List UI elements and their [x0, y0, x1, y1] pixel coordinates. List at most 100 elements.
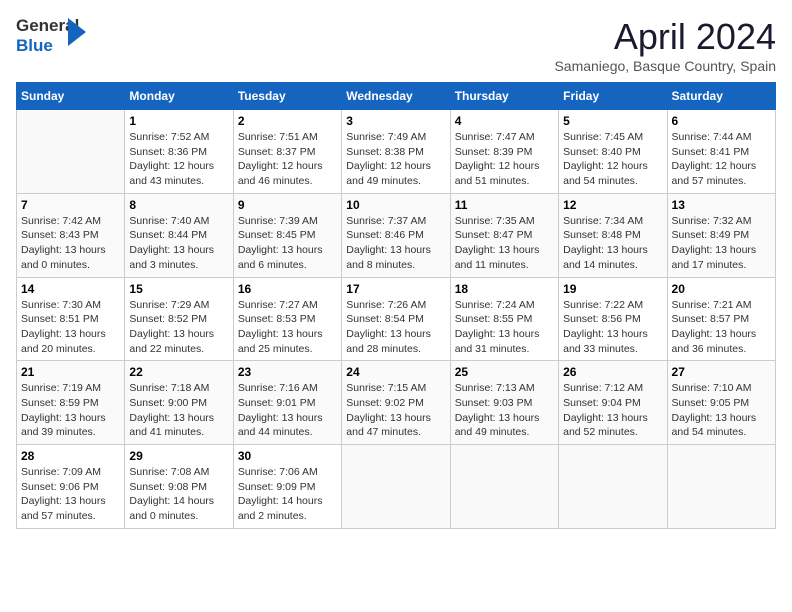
day-content: Sunrise: 7:32 AM Sunset: 8:49 PM Dayligh…	[672, 214, 771, 273]
calendar-cell: 14 Sunrise: 7:30 AM Sunset: 8:51 PM Dayli…	[17, 277, 125, 361]
calendar-cell: 13 Sunrise: 7:32 AM Sunset: 8:49 PM Dayli…	[667, 193, 775, 277]
day-content: Sunrise: 7:13 AM Sunset: 9:03 PM Dayligh…	[455, 381, 554, 440]
day-number: 16	[238, 282, 337, 296]
day-number: 3	[346, 114, 445, 128]
header-day-wednesday: Wednesday	[342, 83, 450, 110]
calendar-cell: 18Sunrise: 7:24 AM Sunset: 8:55 PM Dayli…	[450, 277, 558, 361]
day-number: 22	[129, 365, 228, 379]
day-content: Sunrise: 7:18 AM Sunset: 9:00 PM Dayligh…	[129, 381, 228, 440]
day-number: 17	[346, 282, 445, 296]
calendar-week-row: 7 Sunrise: 7:42 AM Sunset: 8:43 PM Daylig…	[17, 193, 776, 277]
header-day-tuesday: Tuesday	[233, 83, 341, 110]
day-content: Sunrise: 7:19 AM Sunset: 8:59 PM Dayligh…	[21, 381, 120, 440]
day-content: Sunrise: 7:27 AM Sunset: 8:53 PM Dayligh…	[238, 298, 337, 357]
calendar-cell	[450, 445, 558, 529]
day-number: 29	[129, 449, 228, 463]
calendar-cell: 10 Sunrise: 7:37 AM Sunset: 8:46 PM Dayli…	[342, 193, 450, 277]
header-day-thursday: Thursday	[450, 83, 558, 110]
day-content: Sunrise: 7:06 AM Sunset: 9:09 PM Dayligh…	[238, 465, 337, 524]
day-number: 2	[238, 114, 337, 128]
calendar-cell: 22 Sunrise: 7:18 AM Sunset: 9:00 PM Dayli…	[125, 361, 233, 445]
calendar-cell: 7 Sunrise: 7:42 AM Sunset: 8:43 PM Daylig…	[17, 193, 125, 277]
logo-blue-text: Blue	[16, 36, 53, 56]
calendar-cell: 26 Sunrise: 7:12 AM Sunset: 9:04 PM Dayli…	[559, 361, 667, 445]
day-number: 12	[563, 198, 662, 212]
day-content: Sunrise: 7:45 AM Sunset: 8:40 PM Dayligh…	[563, 130, 662, 189]
day-number: 26	[563, 365, 662, 379]
calendar-cell: 11 Sunrise: 7:35 AM Sunset: 8:47 PM Dayli…	[450, 193, 558, 277]
calendar-cell: 15 Sunrise: 7:29 AM Sunset: 8:52 PM Dayli…	[125, 277, 233, 361]
day-number: 21	[21, 365, 120, 379]
day-number: 1	[129, 114, 228, 128]
day-content: Sunrise: 7:15 AM Sunset: 9:02 PM Dayligh…	[346, 381, 445, 440]
calendar-header-row: SundayMondayTuesdayWednesdayThursdayFrid…	[17, 83, 776, 110]
calendar-table: SundayMondayTuesdayWednesdayThursdayFrid…	[16, 82, 776, 529]
day-content: Sunrise: 7:22 AM Sunset: 8:56 PM Dayligh…	[563, 298, 662, 357]
month-title: April 2024	[554, 16, 776, 58]
day-content: Sunrise: 7:47 AM Sunset: 8:39 PM Dayligh…	[455, 130, 554, 189]
calendar-cell: 6 Sunrise: 7:44 AM Sunset: 8:41 PM Daylig…	[667, 110, 775, 194]
calendar-cell: 27 Sunrise: 7:10 AM Sunset: 9:05 PM Dayli…	[667, 361, 775, 445]
day-content: Sunrise: 7:37 AM Sunset: 8:46 PM Dayligh…	[346, 214, 445, 273]
calendar-cell: 24 Sunrise: 7:15 AM Sunset: 9:02 PM Dayli…	[342, 361, 450, 445]
day-content: Sunrise: 7:26 AM Sunset: 8:54 PM Dayligh…	[346, 298, 445, 357]
day-content: Sunrise: 7:12 AM Sunset: 9:04 PM Dayligh…	[563, 381, 662, 440]
calendar-cell: 20Sunrise: 7:21 AM Sunset: 8:57 PM Dayli…	[667, 277, 775, 361]
header-day-sunday: Sunday	[17, 83, 125, 110]
day-number: 6	[672, 114, 771, 128]
day-number: 24	[346, 365, 445, 379]
calendar-cell: 1 Sunrise: 7:52 AM Sunset: 8:36 PM Daylig…	[125, 110, 233, 194]
day-content: Sunrise: 7:34 AM Sunset: 8:48 PM Dayligh…	[563, 214, 662, 273]
header-day-monday: Monday	[125, 83, 233, 110]
day-content: Sunrise: 7:30 AM Sunset: 8:51 PM Dayligh…	[21, 298, 120, 357]
calendar-cell: 9 Sunrise: 7:39 AM Sunset: 8:45 PM Daylig…	[233, 193, 341, 277]
calendar-cell: 29 Sunrise: 7:08 AM Sunset: 9:08 PM Dayli…	[125, 445, 233, 529]
calendar-cell	[559, 445, 667, 529]
day-number: 9	[238, 198, 337, 212]
calendar-week-row: 1 Sunrise: 7:52 AM Sunset: 8:36 PM Daylig…	[17, 110, 776, 194]
title-area: April 2024 Samaniego, Basque Country, Sp…	[554, 16, 776, 74]
calendar-cell	[17, 110, 125, 194]
calendar-cell: 17 Sunrise: 7:26 AM Sunset: 8:54 PM Dayli…	[342, 277, 450, 361]
day-content: Sunrise: 7:39 AM Sunset: 8:45 PM Dayligh…	[238, 214, 337, 273]
calendar-cell: 12 Sunrise: 7:34 AM Sunset: 8:48 PM Dayli…	[559, 193, 667, 277]
day-content: Sunrise: 7:21 AM Sunset: 8:57 PM Dayligh…	[672, 298, 771, 357]
day-content: Sunrise: 7:44 AM Sunset: 8:41 PM Dayligh…	[672, 130, 771, 189]
header-day-friday: Friday	[559, 83, 667, 110]
day-content: Sunrise: 7:29 AM Sunset: 8:52 PM Dayligh…	[129, 298, 228, 357]
day-content: Sunrise: 7:10 AM Sunset: 9:05 PM Dayligh…	[672, 381, 771, 440]
calendar-cell: 21 Sunrise: 7:19 AM Sunset: 8:59 PM Dayli…	[17, 361, 125, 445]
day-number: 30	[238, 449, 337, 463]
calendar-cell: 5 Sunrise: 7:45 AM Sunset: 8:40 PM Daylig…	[559, 110, 667, 194]
logo: General Blue	[16, 16, 76, 66]
day-number: 23	[238, 365, 337, 379]
day-content: Sunrise: 7:49 AM Sunset: 8:38 PM Dayligh…	[346, 130, 445, 189]
day-number: 13	[672, 198, 771, 212]
calendar-cell: 25Sunrise: 7:13 AM Sunset: 9:03 PM Dayli…	[450, 361, 558, 445]
day-number: 11	[455, 198, 554, 212]
day-number: 7	[21, 198, 120, 212]
day-content: Sunrise: 7:09 AM Sunset: 9:06 PM Dayligh…	[21, 465, 120, 524]
day-content: Sunrise: 7:52 AM Sunset: 8:36 PM Dayligh…	[129, 130, 228, 189]
day-content: Sunrise: 7:08 AM Sunset: 9:08 PM Dayligh…	[129, 465, 228, 524]
day-number: 15	[129, 282, 228, 296]
day-number: 14	[21, 282, 120, 296]
day-content: Sunrise: 7:35 AM Sunset: 8:47 PM Dayligh…	[455, 214, 554, 273]
day-number: 10	[346, 198, 445, 212]
calendar-cell: 28Sunrise: 7:09 AM Sunset: 9:06 PM Dayli…	[17, 445, 125, 529]
header: General Blue April 2024 Samaniego, Basqu…	[16, 16, 776, 74]
day-number: 5	[563, 114, 662, 128]
logo-icon	[68, 18, 86, 46]
day-number: 27	[672, 365, 771, 379]
day-content: Sunrise: 7:51 AM Sunset: 8:37 PM Dayligh…	[238, 130, 337, 189]
calendar-cell: 2 Sunrise: 7:51 AM Sunset: 8:37 PM Daylig…	[233, 110, 341, 194]
calendar-cell: 8Sunrise: 7:40 AM Sunset: 8:44 PM Daylig…	[125, 193, 233, 277]
day-content: Sunrise: 7:24 AM Sunset: 8:55 PM Dayligh…	[455, 298, 554, 357]
day-number: 8	[129, 198, 228, 212]
calendar-cell: 19Sunrise: 7:22 AM Sunset: 8:56 PM Dayli…	[559, 277, 667, 361]
calendar-week-row: 28Sunrise: 7:09 AM Sunset: 9:06 PM Dayli…	[17, 445, 776, 529]
header-day-saturday: Saturday	[667, 83, 775, 110]
day-content: Sunrise: 7:42 AM Sunset: 8:43 PM Dayligh…	[21, 214, 120, 273]
calendar-cell: 4Sunrise: 7:47 AM Sunset: 8:39 PM Daylig…	[450, 110, 558, 194]
location-subtitle: Samaniego, Basque Country, Spain	[554, 58, 776, 74]
